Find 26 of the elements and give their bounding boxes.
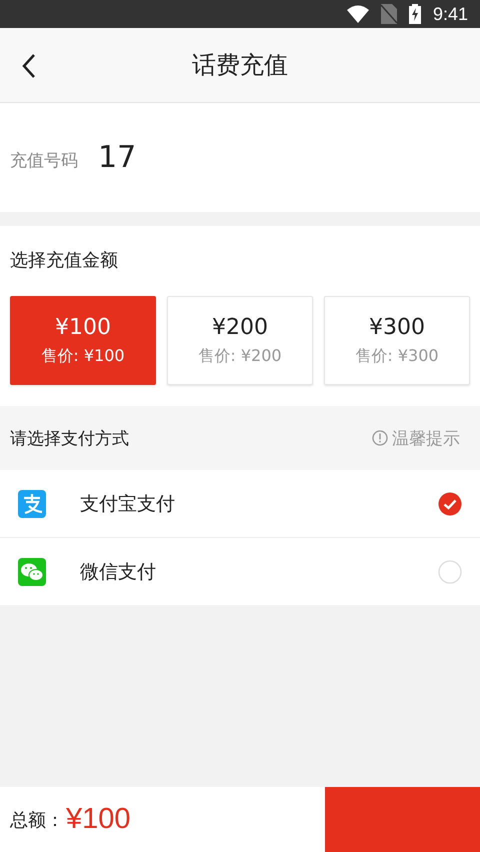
radio-unchecked[interactable] (438, 560, 462, 584)
back-icon (22, 54, 36, 78)
wifi-icon (346, 5, 369, 23)
payment-app-icon (18, 490, 46, 518)
info-icon (372, 430, 388, 446)
sale-price: 售价: ¥300 (355, 346, 439, 366)
amount-option[interactable]: ¥100 售价: ¥100 (10, 296, 156, 385)
sale-price: 售价: ¥100 (41, 346, 125, 366)
sale-price: 售价: ¥200 (198, 346, 282, 366)
page-title: 话费充值 (192, 50, 288, 81)
section-title: 选择充值金额 (10, 249, 119, 273)
amount-option[interactable]: ¥200 售价: ¥200 (167, 296, 313, 385)
total-amount: ¥100 (66, 803, 132, 836)
total-label: 总额： (10, 808, 64, 832)
phone-input[interactable]: 17 (98, 140, 398, 175)
phone-label: 充值号码 (10, 150, 78, 172)
radio-checked[interactable] (438, 492, 462, 516)
amount-value: ¥200 (212, 314, 268, 340)
battery-charging-icon (408, 4, 421, 24)
chat-bubbles-icon (18, 558, 46, 586)
status-time: 9:41 (432, 4, 468, 24)
section-title: 请选择支付方式 (10, 428, 129, 450)
amount-option[interactable]: ¥300 售价: ¥300 (324, 296, 470, 385)
no-sim-icon (380, 4, 397, 24)
amount-value: ¥100 (55, 314, 111, 340)
amount-value: ¥300 (369, 314, 425, 340)
